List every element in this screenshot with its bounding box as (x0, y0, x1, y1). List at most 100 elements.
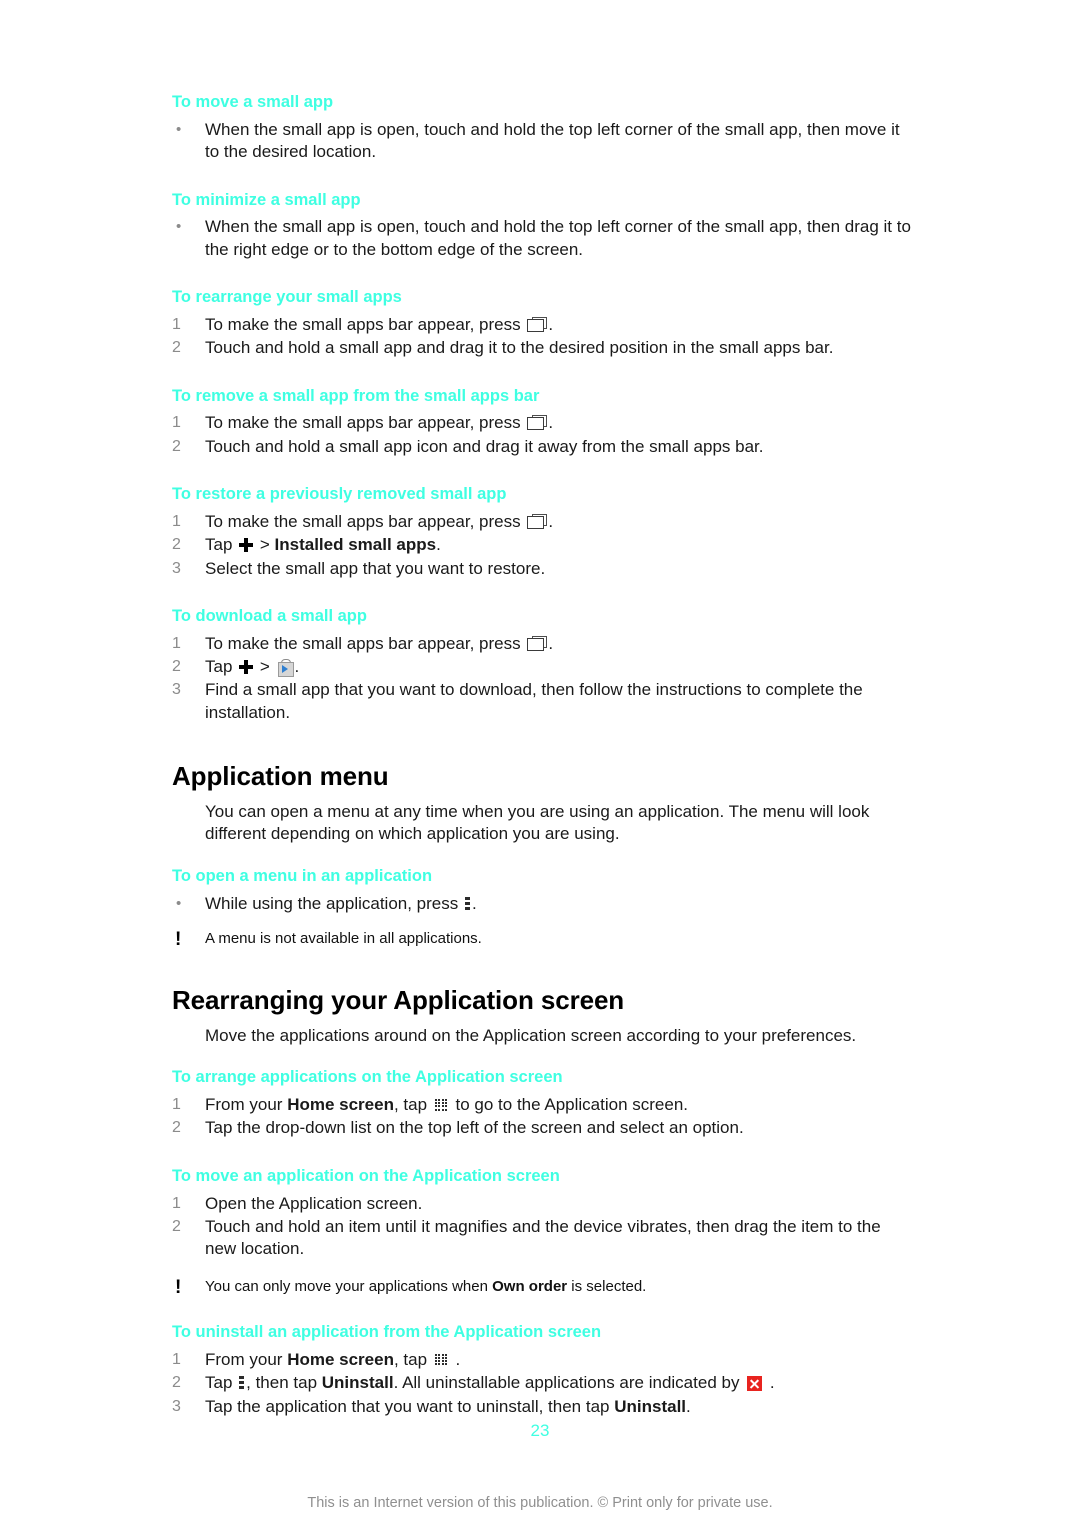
section-intro: Move the applications around on the Appl… (205, 1025, 857, 1045)
list-item: 2 Tap > . (172, 656, 912, 678)
bullet-marker: • (176, 120, 182, 138)
recent-apps-icon (527, 513, 548, 529)
step-list: 1 From your Home screen, tap . 2 Tap , t… (172, 1349, 912, 1418)
list-item: 1 To make the small apps bar appear, pre… (172, 412, 912, 434)
list-item: 2 Tap the drop-down list on the top left… (172, 1117, 912, 1139)
step-number: 2 (172, 1119, 181, 1137)
list-item-text: To make the small apps bar appear, press… (205, 413, 554, 433)
overflow-menu-icon (464, 896, 470, 911)
list-item-text: Touch and hold an item until it magnifie… (205, 1216, 881, 1259)
note-block: ! You can only move your applications wh… (172, 1277, 912, 1298)
step-list: 1 To make the small apps bar appear, pre… (172, 511, 912, 580)
list-item-text: From your Home screen, tap . (205, 1349, 461, 1369)
step-number: 2 (172, 1217, 181, 1235)
procedure-remove-small-app: To remove a small app from the small app… (172, 386, 912, 459)
procedure-title: To arrange applications on the Applicati… (172, 1068, 563, 1087)
procedure-title: To move an application on the Applicatio… (172, 1166, 560, 1185)
note-block: ! A menu is not available in all applica… (172, 929, 912, 950)
list-item: 2 Touch and hold a small app icon and dr… (172, 436, 912, 458)
list-item-text: Tap the drop-down list on the top left o… (205, 1118, 744, 1138)
list-item: 3 Tap the application that you want to u… (172, 1396, 912, 1418)
bullet-marker: • (176, 894, 182, 912)
procedure-open-menu: To open a menu in an application • While… (172, 866, 912, 950)
procedure-restore-small-app: To restore a previously removed small ap… (172, 484, 912, 580)
footer-note: This is an Internet version of this publ… (307, 1495, 773, 1511)
procedure-title: To restore a previously removed small ap… (172, 485, 507, 503)
uninstall-label: Uninstall (614, 1396, 687, 1416)
step-number: 1 (172, 1096, 181, 1113)
procedure-rearrange-small-apps: To rearrange your small apps 1 To make t… (172, 287, 912, 360)
list-item-text: Find a small app that you want to downlo… (205, 680, 863, 722)
note-text: You can only move your applications when… (205, 1277, 647, 1295)
step-number: 1 (172, 414, 181, 432)
list-item-text: Tap > . (205, 657, 300, 677)
step-list: 1 To make the small apps bar appear, pre… (172, 633, 912, 725)
own-order-label: Own order (492, 1277, 568, 1295)
bullet-list: • While using the application, press . (172, 893, 912, 915)
list-item: 1 From your Home screen, tap . (172, 1349, 912, 1371)
bullet-marker: • (176, 218, 182, 236)
procedure-title: To rearrange your small apps (172, 288, 402, 306)
step-number: 2 (172, 437, 181, 455)
exclamation-icon: ! (175, 1276, 182, 1298)
list-item-text: Tap the application that you want to uni… (205, 1396, 691, 1416)
page-title: Application menu (172, 761, 389, 792)
bullet-list: • When the small app is open, touch and … (172, 216, 912, 261)
step-number: 1 (172, 1194, 181, 1212)
step-number: 3 (172, 559, 181, 577)
step-number: 1 (172, 512, 181, 530)
section-intro: You can open a menu at any time when you… (205, 802, 870, 844)
list-item-text: When the small app is open, touch and ho… (205, 217, 911, 259)
step-number: 1 (172, 634, 181, 652)
list-item-text: When the small app is open, touch and ho… (205, 119, 900, 162)
list-item: 2 Touch and hold an item until it magnif… (172, 1216, 912, 1261)
overflow-menu-icon (239, 1376, 245, 1390)
list-item-text: Tap > Installed small apps. (205, 535, 441, 555)
list-item: 1 To make the small apps bar appear, pre… (172, 511, 912, 533)
step-list: 1 To make the small apps bar appear, pre… (172, 314, 912, 360)
app-drawer-icon (434, 1352, 449, 1367)
procedure-title: To open a menu in an application (172, 866, 433, 885)
list-item: 1 Open the Application screen. (172, 1193, 912, 1215)
app-drawer-icon (434, 1097, 449, 1112)
step-number: 2 (172, 1374, 181, 1392)
page-content: To move a small app • When the small app… (172, 92, 912, 1419)
list-item-text: Open the Application screen. (205, 1193, 423, 1213)
procedure-title: To remove a small app from the small app… (172, 386, 540, 405)
procedure-title: To download a small app (172, 606, 367, 625)
note-text: A menu is not available in all applicati… (205, 929, 482, 947)
list-item: 1 From your Home screen, tap to go to th… (172, 1094, 912, 1116)
list-item-text: Select the small app that you want to re… (205, 558, 546, 578)
bullet-list: • When the small app is open, touch and … (172, 119, 912, 164)
list-item: 2 Tap > Installed small apps. (172, 534, 912, 556)
list-item: 1 To make the small apps bar appear, pre… (172, 633, 912, 655)
procedure-title: To minimize a small app (172, 190, 361, 209)
step-list: 1 Open the Application screen. 2 Touch a… (172, 1193, 912, 1261)
step-number: 2 (172, 536, 181, 554)
list-item-text: From your Home screen, tap to go to the … (205, 1095, 688, 1114)
list-item: 2 Touch and hold a small app and drag it… (172, 337, 912, 359)
list-item: • When the small app is open, touch and … (172, 119, 912, 164)
procedure-move-small-app: To move a small app • When the small app… (172, 92, 912, 164)
step-list: 1 From your Home screen, tap to go to th… (172, 1094, 912, 1140)
document-page: To move a small app • When the small app… (0, 0, 1080, 1527)
list-item: • While using the application, press . (172, 893, 912, 915)
list-item: 3 Find a small app that you want to down… (172, 679, 912, 724)
step-number: 3 (172, 1397, 181, 1415)
menu-item-label: Installed small apps (274, 535, 437, 555)
procedure-title: To move a small app (172, 93, 334, 111)
play-store-icon (277, 659, 294, 677)
list-item: • When the small app is open, touch and … (172, 216, 912, 261)
list-item-text: To make the small apps bar appear, press… (205, 314, 554, 334)
list-item-text: Touch and hold a small app and drag it t… (205, 338, 834, 358)
step-number: 2 (172, 658, 181, 675)
uninstall-label: Uninstall (321, 1373, 394, 1393)
procedure-download-small-app: To download a small app 1 To make the sm… (172, 606, 912, 724)
recent-apps-icon (527, 316, 548, 332)
exclamation-icon: ! (175, 928, 182, 950)
home-screen-label: Home screen (287, 1095, 394, 1114)
recent-apps-icon (527, 415, 548, 431)
page-title: Rearranging your Application screen (172, 985, 625, 1016)
list-item-text: While using the application, press . (205, 893, 477, 913)
procedure-title: To uninstall an application from the App… (172, 1323, 602, 1342)
